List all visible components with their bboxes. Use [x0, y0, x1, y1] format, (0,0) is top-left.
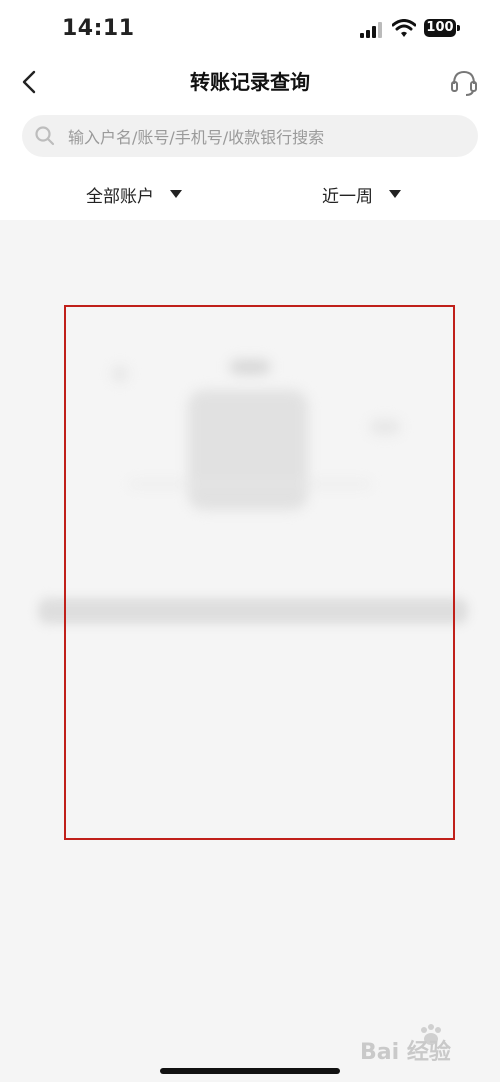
- page-title: 转账记录查询: [190, 70, 310, 94]
- home-indicator: [160, 1068, 340, 1074]
- status-bar: 14:11 100: [0, 0, 500, 60]
- account-filter-label: 全部账户: [86, 186, 154, 207]
- dropdown-triangle-icon: [389, 190, 401, 198]
- headset-icon[interactable]: [448, 66, 480, 98]
- status-time: 14:11: [62, 16, 135, 41]
- dropdown-triangle-icon: [170, 190, 182, 198]
- watermark: Bai 经验: [360, 1022, 492, 1066]
- battery-icon: 100: [424, 19, 462, 39]
- search-input[interactable]: [66, 115, 470, 159]
- period-filter-label: 近一周: [322, 186, 373, 207]
- search-icon: [35, 126, 55, 146]
- header-area: 14:11 100 转账记录查询 输入户名/账号/手机号/收款银行搜索 全部账户…: [0, 0, 500, 220]
- account-filter[interactable]: 全部账户: [86, 178, 182, 210]
- search-bar[interactable]: [22, 115, 478, 159]
- period-filter[interactable]: 近一周: [322, 178, 401, 210]
- navigation-bar: 转账记录查询: [0, 60, 500, 104]
- signal-icon: [360, 22, 382, 38]
- battery-level: 100: [424, 19, 456, 37]
- watermark-text: Bai 经验: [360, 1040, 451, 1065]
- wifi-icon: [392, 19, 416, 37]
- highlight-annotation-box: [64, 305, 455, 840]
